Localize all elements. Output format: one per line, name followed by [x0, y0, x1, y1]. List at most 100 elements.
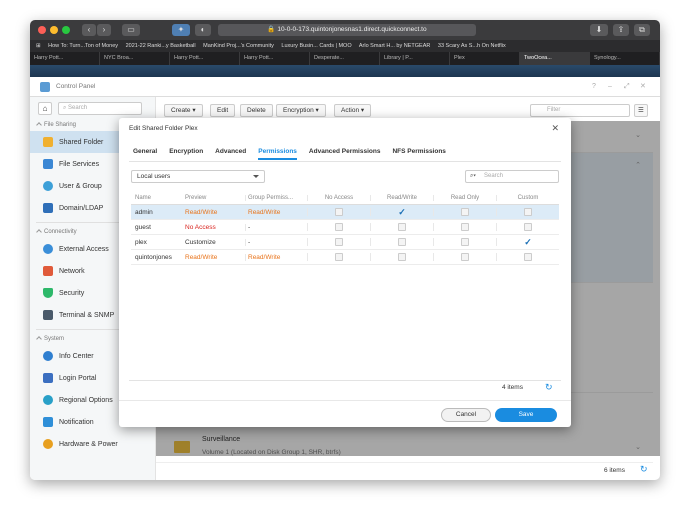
bookmark-item[interactable]: How To: Turn...Ton of Money [48, 43, 118, 49]
browser-tab[interactable]: Harry Pott... [170, 52, 240, 65]
extension-icon[interactable]: ✦ [172, 24, 190, 36]
terminal-icon [43, 310, 53, 320]
table-row[interactable]: quintonjones Read/Write Read/Write [131, 250, 559, 265]
permissions-search-input[interactable]: ⌕▾ Search [465, 170, 559, 183]
tab-advanced[interactable]: Advanced [215, 148, 246, 160]
forward-icon[interactable]: › [97, 24, 111, 36]
delete-button[interactable]: Delete [240, 104, 273, 117]
maximize-window-button[interactable] [62, 26, 70, 34]
close-icon[interactable]: ✕ [551, 123, 559, 134]
close-icon[interactable]: ✕ [640, 77, 646, 97]
custom-checkbox[interactable] [524, 208, 532, 216]
preview-value: Customize [185, 238, 216, 246]
column-header[interactable]: Group Permiss... [245, 194, 307, 201]
custom-checkbox[interactable] [524, 253, 532, 261]
bookmark-item[interactable]: 33 Scary As S...h On Netflix [438, 43, 506, 49]
shield-icon[interactable]: ◐ [195, 24, 211, 36]
shield-icon [43, 288, 53, 298]
read-only-checkbox[interactable] [461, 223, 469, 231]
cancel-button[interactable]: Cancel [441, 408, 491, 422]
dsm-taskbar [30, 65, 660, 77]
sidebar-item-hardware[interactable]: Hardware & Power [30, 433, 155, 455]
bookmark-item[interactable]: 2021-22 Ranki...y Basketball [126, 43, 196, 49]
save-button[interactable]: Save [495, 408, 557, 422]
no-access-checkbox[interactable] [335, 253, 343, 261]
user-name: guest [135, 223, 151, 231]
column-header[interactable]: Read/Write [370, 194, 433, 201]
dialog-title: Edit Shared Folder Plex [129, 125, 198, 132]
table-row[interactable]: guest No Access - [131, 220, 559, 235]
table-row[interactable]: admin Read/Write Read/Write ✓ [131, 205, 559, 220]
no-access-checkbox[interactable] [335, 223, 343, 231]
minimize-icon[interactable]: – [608, 77, 612, 97]
table-row[interactable]: plex Customize - ✓ [131, 235, 559, 250]
browser-tab[interactable]: NYC Broa... [100, 52, 170, 65]
read-write-checkbox[interactable] [398, 223, 406, 231]
maximize-icon[interactable]: ⤢ [624, 77, 630, 97]
refresh-icon[interactable]: ↻ [640, 464, 648, 475]
column-header[interactable]: No Access [307, 194, 370, 201]
sidebar-icon[interactable]: ▭ [122, 24, 140, 36]
minimize-window-button[interactable] [50, 26, 58, 34]
no-access-checkbox[interactable] [335, 238, 343, 246]
tab-nfs-permissions[interactable]: NFS Permissions [392, 148, 445, 160]
column-header[interactable]: Name [131, 195, 183, 201]
custom-checkbox[interactable] [524, 223, 532, 231]
edit-button[interactable]: Edit [210, 104, 236, 117]
encryption-button[interactable]: Encryption ▾ [276, 104, 326, 117]
home-icon[interactable]: ⌂ [38, 101, 52, 115]
column-header[interactable]: Custom [496, 194, 559, 201]
read-only-checkbox[interactable] [461, 238, 469, 246]
tab-permissions[interactable]: Permissions [258, 148, 297, 160]
column-header[interactable]: Read Only [433, 194, 496, 201]
sidebar-item-label: Login Portal [59, 374, 97, 382]
browser-tab[interactable]: Harry Pott... [240, 52, 310, 65]
notification-icon [43, 417, 53, 427]
read-write-checkbox[interactable] [398, 238, 406, 246]
bookmark-item[interactable]: Arlo Smart H... by NETGEAR [359, 43, 431, 49]
sidebar-item-label: File Services [59, 160, 100, 168]
sidebar-item-label: External Access [59, 245, 109, 253]
browser-tab[interactable]: Library | P... [380, 52, 450, 65]
column-header[interactable]: Preview [183, 195, 245, 201]
close-window-button[interactable] [38, 26, 46, 34]
sidebar-item-label: User & Group [59, 182, 102, 190]
browser-tab[interactable]: Harry Pott... [30, 52, 100, 65]
read-only-checkbox[interactable] [461, 253, 469, 261]
read-only-checkbox[interactable] [461, 208, 469, 216]
download-icon[interactable]: ⬇ [590, 24, 608, 36]
login-portal-icon [43, 373, 53, 383]
lock-icon: 🔒 [267, 26, 278, 33]
search-input[interactable]: ⌕ Search [58, 101, 142, 115]
bookmark-item[interactable]: ManKind Proj...'s Community [203, 43, 274, 49]
tabs-overview-icon[interactable]: ⧉ [634, 24, 650, 36]
domain-icon [43, 203, 53, 213]
tab-general[interactable]: General [133, 148, 157, 160]
sidebar-item-label: Domain/LDAP [59, 204, 104, 212]
list-view-icon[interactable]: ☰ [634, 104, 648, 117]
tab-encryption[interactable]: Encryption [169, 148, 203, 160]
filter-input[interactable]: Filter [530, 104, 630, 117]
share-icon[interactable]: ⇪ [613, 24, 629, 36]
custom-checkbox-checked[interactable]: ✓ [524, 238, 532, 247]
no-access-checkbox[interactable] [335, 208, 343, 216]
bookmark-item[interactable]: Luxury Busin... Cards | MOO [281, 43, 351, 49]
refresh-icon[interactable]: ↻ [545, 382, 553, 393]
read-write-checkbox[interactable] [398, 253, 406, 261]
sidebar-item-label: Notification [59, 418, 94, 426]
back-icon[interactable]: ‹ [82, 24, 96, 36]
browser-tab-active[interactable]: TwoOcea... [520, 52, 590, 65]
search-placeholder: Search [68, 104, 88, 111]
tab-advanced-permissions[interactable]: Advanced Permissions [309, 148, 381, 160]
address-bar[interactable]: 🔒 10-0-0-173.quintonjonesnas1.direct.qui… [218, 24, 476, 36]
user-type-select[interactable]: Local users [131, 170, 265, 183]
action-button[interactable]: Action ▾ [334, 104, 372, 117]
browser-tab[interactable]: Desperate... [310, 52, 380, 65]
create-button[interactable]: Create ▾ [164, 104, 203, 117]
read-write-checkbox-checked[interactable]: ✓ [398, 208, 406, 217]
browser-tab[interactable]: Plex [450, 52, 520, 65]
help-icon[interactable]: ? [592, 77, 596, 97]
browser-tab[interactable]: Synology... [590, 52, 660, 65]
user-name: quintonjones [135, 253, 172, 261]
grid-icon[interactable]: ⊞ [36, 43, 41, 49]
